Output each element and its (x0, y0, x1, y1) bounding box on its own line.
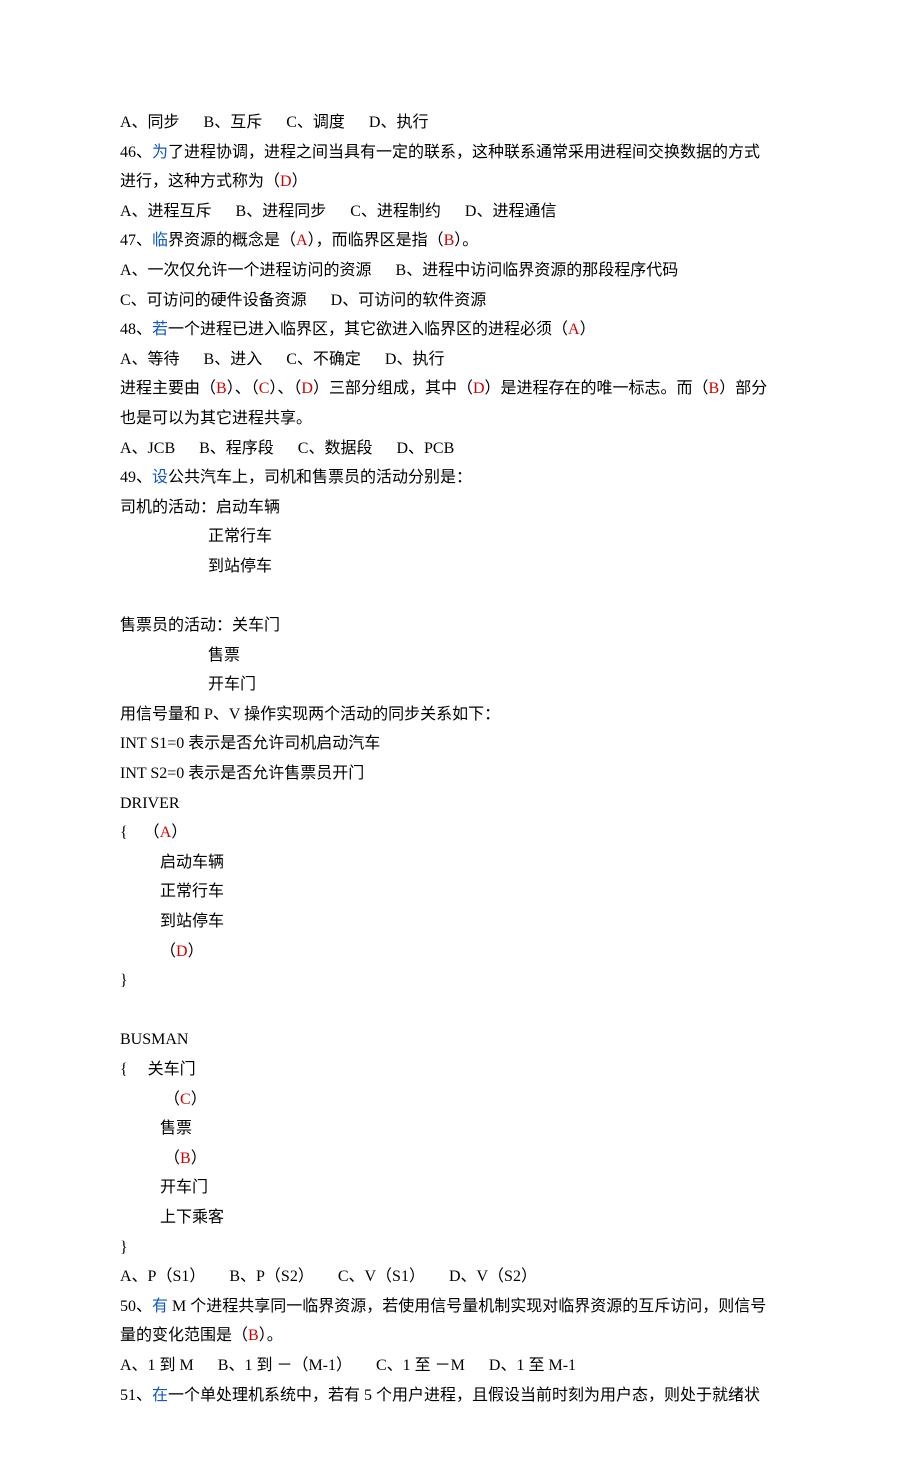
q48-num: 48、 (120, 321, 152, 338)
q49-options: A、P（S1） B、P（S2） C、V（S1） D、V（S2） (120, 1262, 804, 1292)
q46-answer: D (280, 173, 292, 190)
q48-answer: A (568, 321, 580, 338)
busman-line1: 售票 (120, 641, 804, 671)
driver-code-l1: { （A） (120, 818, 804, 848)
bus-l4-post: ） (191, 1150, 207, 1167)
q48-parts-line1: 进程主要由（B）、（C）、（D）三部分组成，其中（D）是进程存在的唯一标志。而（… (120, 374, 804, 404)
q51-text1: 一个单处理机系统中，若有 5 个用户进程，且假设当前时刻为用户态，则处于就绪状 (168, 1387, 760, 1404)
q46-options: A、进程互斥 B、进程同步 C、进程制约 D、进程通信 (120, 197, 804, 227)
driver-code-l5: （D） (120, 937, 804, 967)
busman-code-l5: 开车门 (120, 1173, 804, 1203)
sync-line2: INT S1=0 表示是否允许司机启动汽车 (120, 729, 804, 759)
q48-parts-line2: 也是可以为其它进程共享。 (120, 404, 804, 434)
q49-keyword: 设 (152, 469, 168, 486)
q49-num: 49、 (120, 469, 152, 486)
q50-close: ）。 (259, 1327, 283, 1344)
busman-code-header: BUSMAN (120, 1025, 804, 1055)
driver-code-header: DRIVER (120, 789, 804, 819)
q48-p-ans5: B (709, 380, 720, 397)
q45-options: A、同步 B、互斥 C、调度 D、执行 (120, 108, 804, 138)
q50-num: 50、 (120, 1298, 152, 1315)
busman-code-l1: { 关车门 (120, 1055, 804, 1085)
q47-options1: A、一次仅允许一个进程访问的资源 B、进程中访问临界资源的那段程序代码 (120, 256, 804, 286)
q46-text1: 了进程协调，进程之间当具有一定的联系，这种联系通常采用进程间交换数据的方式 (168, 144, 760, 161)
q46-close: ） (292, 173, 308, 190)
bus-l4-ans: B (180, 1150, 191, 1167)
bus-l2-post: ） (191, 1091, 207, 1108)
q48-p1c: ）三部分组成，其中（ (313, 380, 473, 397)
q48-options: A、等待 B、进入 C、不确定 D、执行 (120, 345, 804, 375)
sync-line1: 用信号量和 P、V 操作实现两个活动的同步关系如下： (120, 700, 804, 730)
bus-l2-pre: （ (164, 1091, 180, 1108)
q47-num: 47、 (120, 232, 152, 249)
drv-l5-pre: （ (160, 943, 176, 960)
q46-keyword: 为 (152, 144, 168, 161)
drv-l5-post: ） (188, 943, 204, 960)
q47-line1: 47、临界资源的概念是（A），而临界区是指（B）。 (120, 226, 804, 256)
driver-title: 司机的活动：启动车辆 (120, 493, 804, 523)
q51-keyword: 在 (152, 1387, 168, 1404)
q50-line2: 量的变化范围是（B）。 (120, 1321, 804, 1351)
q51-line1: 51、在一个单处理机系统中，若有 5 个用户进程，且假设当前时刻为用户态，则处于… (120, 1381, 804, 1411)
q47-answer1: A (296, 232, 308, 249)
q47-answer2: B (444, 232, 455, 249)
blank-line (120, 582, 804, 612)
q50-text1: M 个进程共享同一临界资源，若使用信号量机制实现对临界资源的互斥访问，则信号 (172, 1298, 766, 1315)
drv-l1-ans: A (160, 824, 172, 841)
q48-p1d: ）是进程存在的唯一标志。而（ (485, 380, 709, 397)
q48-p1b2: ）、（ (269, 380, 301, 397)
q47-keyword: 临 (152, 232, 168, 249)
driver-line1: 正常行车 (120, 522, 804, 552)
q50-answer: B (248, 1327, 259, 1344)
q50-options: A、1 到 M B、1 到 －（M-1） C、1 至 －M D、1 至 M-1 (120, 1351, 804, 1381)
q48-p1b: ）、（ (227, 380, 259, 397)
q48-p1e: ）部分 (719, 380, 767, 397)
busman-code-close: } (120, 1233, 804, 1263)
q47-text2: ），而临界区是指（ (308, 232, 444, 249)
busman-code-l2: （C） (120, 1085, 804, 1115)
sync-line3: INT S2=0 表示是否允许售票员开门 (120, 759, 804, 789)
driver-code-l2: 启动车辆 (120, 848, 804, 878)
busman-code-l3: 售票 (120, 1114, 804, 1144)
q48-line1: 48、若一个进程已进入临界区，其它欲进入临界区的进程必须（A） (120, 315, 804, 345)
q49-line1: 49、设公共汽车上，司机和售票员的活动分别是： (120, 463, 804, 493)
page-content: A、同步 B、互斥 C、调度 D、执行 46、为了进程协调，进程之间当具有一定的… (0, 0, 920, 1470)
q48-p-ans4: D (473, 380, 485, 397)
q50-keyword: 有 (152, 1298, 172, 1315)
bus-l2-ans: C (180, 1091, 191, 1108)
q46-text2: 进行，这种方式称为（ (120, 173, 280, 190)
blank-line2 (120, 996, 804, 1026)
q48-keyword: 若 (152, 321, 168, 338)
q49-text1: 公共汽车上，司机和售票员的活动分别是： (168, 469, 472, 486)
busman-title: 售票员的活动：关车门 (120, 611, 804, 641)
q50-text2: 量的变化范围是（ (120, 1327, 248, 1344)
q48-p-ans1: B (216, 380, 227, 397)
q47-text3: ）。 (454, 232, 478, 249)
drv-l5-ans: D (176, 943, 188, 960)
driver-code-l3: 正常行车 (120, 877, 804, 907)
q46-num: 46、 (120, 144, 152, 161)
q48-text1: 一个进程已进入临界区，其它欲进入临界区的进程必须（ (168, 321, 568, 338)
q48-p-ans2: C (259, 380, 270, 397)
q51-num: 51、 (120, 1387, 152, 1404)
busman-code-l6: 上下乘客 (120, 1203, 804, 1233)
drv-l1-post: ） (171, 824, 187, 841)
drv-l1-pre: { （ (120, 824, 160, 841)
q47-text1: 界资源的概念是（ (168, 232, 296, 249)
q48-close: ） (580, 321, 596, 338)
busman-code-l4: （B） (120, 1144, 804, 1174)
q48-p-ans3: D (301, 380, 313, 397)
driver-line2: 到站停车 (120, 552, 804, 582)
busman-line2: 开车门 (120, 670, 804, 700)
driver-code-close: } (120, 966, 804, 996)
q46-line2: 进行，这种方式称为（D） (120, 167, 804, 197)
bus-l4-pre: （ (164, 1150, 180, 1167)
q47-options2: C、可访问的硬件设备资源 D、可访问的软件资源 (120, 286, 804, 316)
q48-p1a: 进程主要由（ (120, 380, 216, 397)
driver-code-l4: 到站停车 (120, 907, 804, 937)
q50-line1: 50、有 M 个进程共享同一临界资源，若使用信号量机制实现对临界资源的互斥访问，… (120, 1292, 804, 1322)
q48-parts-options: A、JCB B、程序段 C、数据段 D、PCB (120, 434, 804, 464)
q46-line1: 46、为了进程协调，进程之间当具有一定的联系，这种联系通常采用进程间交换数据的方… (120, 138, 804, 168)
